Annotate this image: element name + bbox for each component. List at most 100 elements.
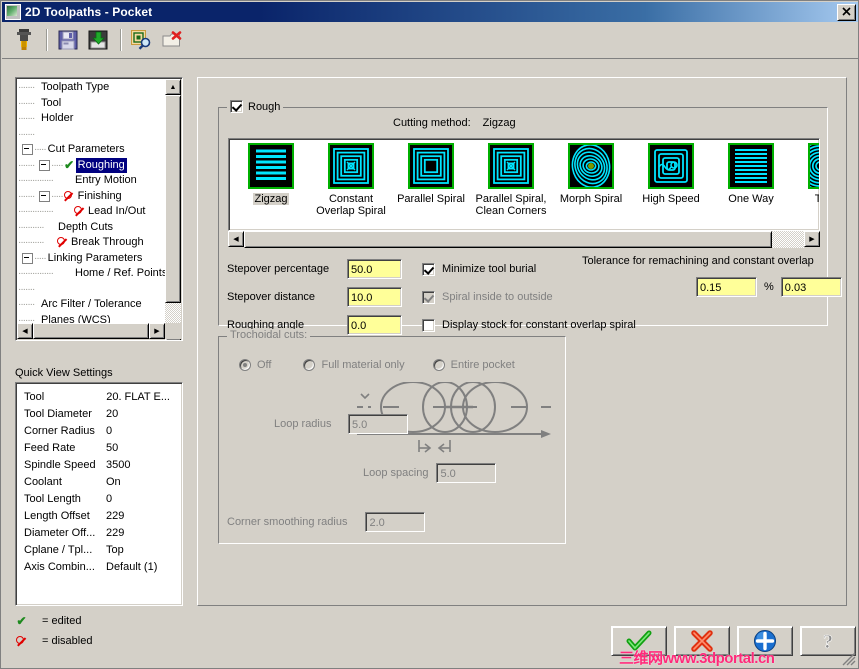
tool-endmill-icon[interactable] <box>10 26 38 54</box>
quick-view-value: 0 <box>106 425 113 437</box>
quick-view-row: Axis Combin... Default (1) <box>20 559 178 576</box>
cutting-method-high-speed[interactable]: High Speed <box>631 143 711 217</box>
rough-check-row[interactable]: Display stock for constant overlap spira… <box>422 311 662 339</box>
disabled-slash-icon <box>63 190 76 202</box>
toolpath-tree-nodes: ······· Toolpath Type ······· Tool ······· Ho… <box>18 80 167 338</box>
tree-indent-guide: ······· <box>18 190 35 202</box>
cutting-method-parallel-spiral[interactable]: Parallel Spiral <box>391 143 471 217</box>
percent-symbol: % <box>764 281 774 293</box>
cutting-method-label: Morph Spiral <box>559 193 623 205</box>
save-defaults-icon[interactable] <box>84 26 112 54</box>
cutting-method-constant-overlap-spiral[interactable]: Constant Overlap Spiral <box>311 143 391 217</box>
tree-item-lead-in-out[interactable]: ··············· Lead In/Out <box>18 204 167 220</box>
cutting-method-parallel-spiral-clean-corners[interactable]: Parallel Spiral, Clean Corners <box>471 143 551 217</box>
rough-field-input[interactable] <box>347 287 402 307</box>
save-icon[interactable] <box>54 26 82 54</box>
tree-item-spacer: ······· <box>18 127 167 143</box>
loop-spacing-input[interactable] <box>436 463 497 483</box>
corner-smoothing-label: Corner smoothing radius <box>227 516 348 528</box>
tree-horizontal-thumb[interactable] <box>33 323 149 339</box>
gallery-horizontal-track[interactable] <box>772 231 804 248</box>
gallery-scroll-left-button[interactable]: ◀ <box>228 231 244 247</box>
tree-collapse-icon[interactable] <box>39 159 50 171</box>
trochoidal-option-entire-pocket[interactable]: Entire pocket <box>432 359 515 371</box>
resize-grip[interactable] <box>842 652 856 666</box>
gallery-horizontal-scrollbar[interactable]: ◀ ▶ <box>228 231 820 248</box>
cutting-method-value: Zigzag <box>482 117 516 129</box>
tree-vertical-scrollbar[interactable]: ▲ ▼ <box>165 79 181 340</box>
tree-item-spacer: ······· <box>18 282 167 298</box>
quick-view-row: Spindle Speed 3500 <box>20 457 178 474</box>
rough-label: Rough <box>248 100 281 113</box>
high-speed-icon <box>648 143 694 189</box>
tree-item-label: Linking Parameters <box>47 251 143 264</box>
tree-scroll-left-button[interactable]: ◀ <box>17 323 33 339</box>
tree-scroll-right-button[interactable]: ▶ <box>149 323 165 339</box>
tree-indent-guide: ····· <box>51 159 64 171</box>
ok-button[interactable] <box>611 626 667 656</box>
tree-item-cut-parameters[interactable]: ····· Cut Parameters <box>18 142 167 158</box>
tree-item-label: Arc Filter / Tolerance <box>41 298 142 310</box>
quick-view-value: 3500 <box>106 459 131 471</box>
tree-item-depth-cuts[interactable]: ··········· Depth Cuts <box>18 220 167 236</box>
tree-item-break-through[interactable]: ··········· Break Through <box>18 235 167 251</box>
cutting-method-zigzag[interactable]: Zigzag <box>231 143 311 217</box>
cancel-button[interactable] <box>674 626 730 656</box>
quick-view-row: Tool Length 0 <box>20 491 178 508</box>
tree-scroll-up-button[interactable]: ▲ <box>165 79 181 95</box>
tree-item-tool[interactable]: ······· Tool <box>18 96 167 112</box>
rough-checkbox[interactable] <box>422 262 435 276</box>
cutting-method-label: Parallel Spiral, Clean Corners <box>475 193 547 217</box>
quick-view-key: Coolant <box>24 476 62 488</box>
close-button[interactable] <box>837 4 856 21</box>
tree-collapse-icon[interactable] <box>39 190 50 202</box>
tree-item-linking-parameters[interactable]: ····· Linking Parameters <box>18 251 167 267</box>
gallery-horizontal-thumb[interactable] <box>244 231 772 248</box>
cutting-method-one-way[interactable]: One Way <box>711 143 791 217</box>
disabled-slash-icon <box>73 206 86 217</box>
tolerance-percent-input[interactable] <box>696 277 757 297</box>
trochoidal-option-full-material-only[interactable]: Full material only <box>303 359 405 371</box>
parallel-spiral-icon <box>408 143 454 189</box>
select-library-icon[interactable] <box>128 26 156 54</box>
apply-button[interactable] <box>737 626 793 656</box>
corner-smoothing-input[interactable] <box>365 512 426 532</box>
rough-checkbox[interactable] <box>422 290 435 304</box>
delete-entity-icon[interactable] <box>158 26 186 54</box>
rough-checkbox[interactable] <box>230 100 243 113</box>
tolerance-distance-input[interactable] <box>780 277 842 297</box>
loop-radius-input[interactable] <box>348 414 408 434</box>
rough-checkbox[interactable] <box>422 318 435 332</box>
legend-row-edited: ✔ = edited <box>15 611 92 631</box>
tree-item-toolpath-type[interactable]: ······· Toolpath Type <box>18 80 167 96</box>
tree-horizontal-scrollbar[interactable]: ◀ ▶ <box>17 323 165 339</box>
tree-vertical-thumb[interactable] <box>165 95 181 303</box>
tree-item-roughing[interactable]: ······· ····· ✔ Roughing <box>18 157 167 173</box>
gallery-scroll-right-button[interactable]: ▶ <box>804 231 820 247</box>
tree-item-entry-motion[interactable]: ··············· Entry Motion <box>18 173 167 189</box>
loop-spacing-row: Loop spacing <box>363 463 497 483</box>
tree-item-holder[interactable]: ······· Holder <box>18 111 167 127</box>
parameters-panel: Rough Cutting method: Zigzag Zigzag Const… <box>197 77 847 606</box>
tree-indent-guide: ····· <box>34 144 47 155</box>
tree-collapse-icon[interactable] <box>22 144 33 156</box>
tree-item-finishing[interactable]: ······· ····· Finishing <box>18 189 167 205</box>
tree-vertical-track[interactable] <box>165 303 181 325</box>
trochoidal-radio[interactable] <box>303 359 316 371</box>
quick-view-row: Corner Radius 0 <box>20 423 178 440</box>
cutting-method-morph-spiral[interactable]: Morph Spiral <box>551 143 631 217</box>
trochoidal-option-off[interactable]: Off <box>239 359 271 371</box>
trochoidal-radio[interactable] <box>432 359 445 371</box>
tree-item-label: Home / Ref. Points <box>75 267 167 279</box>
tree-collapse-icon[interactable] <box>22 252 33 264</box>
quick-view-key: Tool Length <box>24 493 81 505</box>
trochoidal-radio[interactable] <box>239 359 251 371</box>
toolpath-tree[interactable]: ······· Toolpath Type ······· Tool ······· Ho… <box>15 77 183 341</box>
cutting-method-gallery[interactable]: Zigzag Constant Overlap Spiral Parallel Sp… <box>228 138 820 231</box>
rough-field-input[interactable] <box>347 315 402 335</box>
rough-field-input[interactable] <box>347 259 402 279</box>
cutting-method-true-spiral[interactable]: True S <box>791 143 819 217</box>
tree-item-home-ref-points[interactable]: ··············· Home / Ref. Points <box>18 266 167 282</box>
tree-indent-guide: ····· <box>34 252 47 264</box>
tree-item-arc-filter-tolerance[interactable]: ······· Arc Filter / Tolerance <box>18 297 167 313</box>
